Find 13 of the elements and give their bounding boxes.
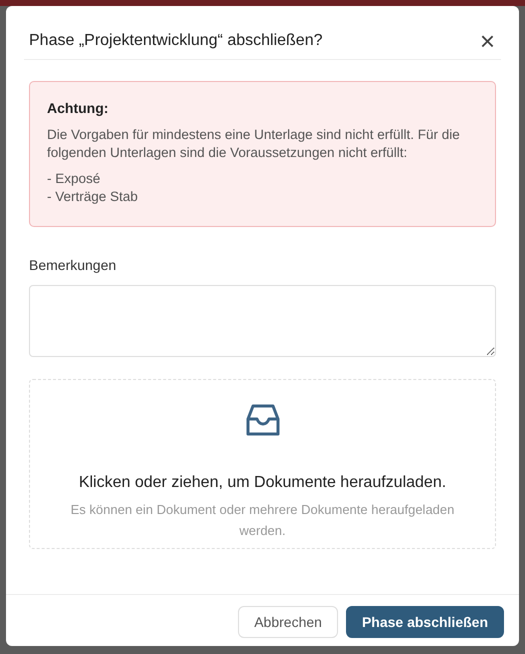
upload-hint: Es können ein Dokument oder mehrere Dokumente heraufgeladen werden. xyxy=(70,501,456,540)
missing-document-item: - Exposé xyxy=(47,170,102,188)
cancel-button[interactable]: Abbrechen xyxy=(238,606,338,638)
upload-title: Klicken oder ziehen, um Dokumente heraufzuladen. xyxy=(78,473,446,493)
remarks-field[interactable] xyxy=(29,285,496,357)
dialog-title: Phase „Projektentwicklung“ abschließen? xyxy=(29,30,322,50)
remarks-label: Bemerkungen xyxy=(29,256,118,275)
alert-heading: Achtung: xyxy=(47,99,110,118)
missing-document-item: - Verträge Stab xyxy=(47,188,139,206)
close-button[interactable]: × xyxy=(476,28,499,54)
alert-message: Die Vorgaben für mindestens eine Unterlage sind nicht erfüllt. Für die folgenden Unterlagen sind die Voraussetzungen nicht erfüllt: xyxy=(47,126,461,162)
upload-dropzone[interactable]: Klicken oder ziehen, um Dokumente heraufzuladen. Es können ein Dokument oder mehrere Dokumente heraufgeladen werden. xyxy=(29,379,496,549)
confirm-button[interactable]: Phase abschließen xyxy=(346,606,504,638)
